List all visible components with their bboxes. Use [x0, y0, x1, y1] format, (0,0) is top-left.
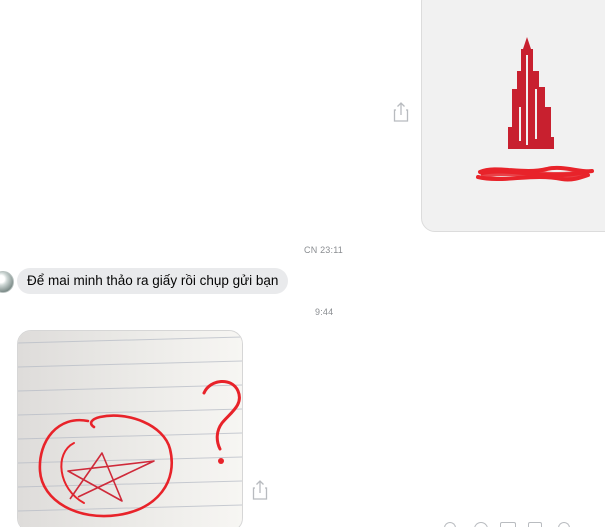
- received-photo-message[interactable]: [17, 330, 243, 527]
- building-logo: [476, 37, 594, 182]
- share-icon: [393, 102, 409, 122]
- avatar[interactable]: [0, 271, 14, 293]
- chat-conversation: CN 23:11 Để mai minh thảo ra giấy rồi ch…: [0, 0, 605, 527]
- sent-image-message[interactable]: [421, 0, 605, 232]
- composer-icon[interactable]: [528, 522, 542, 527]
- share-icon: [252, 480, 268, 500]
- composer-toolbar: [420, 520, 605, 527]
- message-bubble[interactable]: Để mai minh thảo ra giấy rồi chụp gửi bạ…: [17, 268, 289, 294]
- composer-icon[interactable]: [558, 522, 570, 527]
- share-button[interactable]: [250, 479, 270, 501]
- timestamp: 9:44: [315, 307, 334, 317]
- composer-icon[interactable]: [444, 522, 456, 527]
- composer-icon[interactable]: [474, 522, 488, 527]
- timestamp: CN 23:11: [304, 245, 343, 255]
- composer-icon[interactable]: [500, 522, 516, 527]
- notebook-photo: [18, 331, 242, 527]
- share-button[interactable]: [391, 101, 411, 123]
